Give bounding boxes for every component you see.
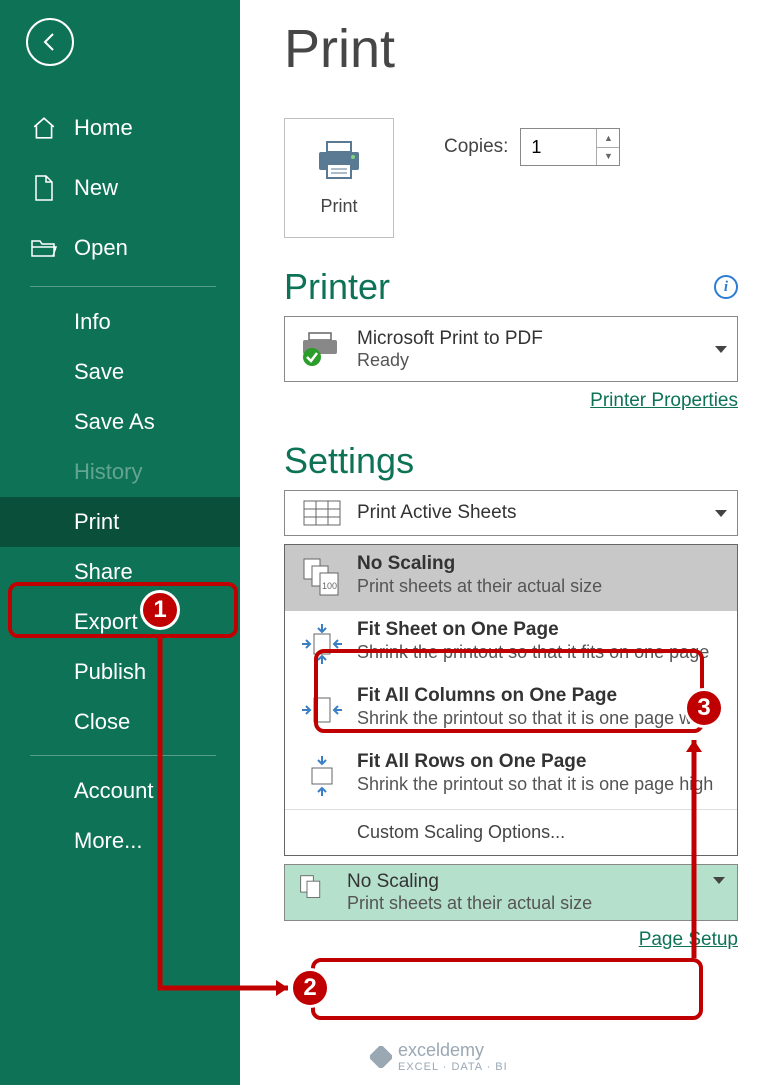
callout-1: 1 (140, 590, 180, 630)
nav-label: Open (74, 235, 128, 261)
custom-scaling-link[interactable]: Custom Scaling Options... (285, 809, 737, 855)
printer-ready-icon (295, 328, 349, 370)
chevron-down-icon (713, 877, 725, 884)
arrow-left-icon (38, 30, 62, 54)
page-setup-link[interactable]: Page Setup (284, 929, 738, 951)
nav-info[interactable]: Info (0, 297, 240, 347)
info-icon[interactable]: i (714, 275, 738, 299)
printer-icon (315, 140, 363, 182)
nav-export[interactable]: Export (0, 597, 240, 647)
backstage-sidebar: Home New Open Info Save Save As History … (0, 0, 240, 1085)
fit-sheet-icon (295, 619, 349, 669)
scaling-option-fit-rows[interactable]: Fit All Rows on One Page Shrink the prin… (285, 743, 737, 809)
scaling-option-fit-sheet[interactable]: Fit Sheet on One Page Shrink the printou… (285, 611, 737, 677)
back-button[interactable] (26, 18, 74, 66)
print-button-label: Print (320, 196, 357, 217)
nav-open[interactable]: Open (0, 218, 240, 278)
sheets-icon (295, 492, 349, 534)
copies-input[interactable]: ▲ ▼ (520, 128, 620, 166)
fit-rows-icon (295, 751, 349, 801)
svg-text:100: 100 (322, 581, 337, 591)
fit-columns-icon (295, 685, 349, 735)
nav-history: History (0, 447, 240, 497)
home-icon (30, 114, 58, 142)
scaling-dropdown[interactable]: No Scaling Print sheets at their actual … (284, 864, 738, 921)
no-scaling-icon: 100 (295, 553, 349, 603)
callout-2: 2 (290, 968, 330, 1008)
print-button[interactable]: Print (284, 118, 394, 238)
printer-dropdown[interactable]: Microsoft Print to PDF Ready (284, 316, 738, 382)
file-icon (30, 174, 58, 202)
printer-status: Ready (357, 350, 715, 371)
nav-label: Home (74, 115, 133, 141)
nav-publish[interactable]: Publish (0, 647, 240, 697)
chevron-down-icon (715, 346, 727, 353)
page-title: Print (284, 18, 738, 80)
folder-open-icon (30, 234, 58, 262)
copies-up[interactable]: ▲ (597, 129, 619, 148)
nav-account[interactable]: Account (0, 766, 240, 816)
scaling-option-fit-columns[interactable]: Fit All Columns on One Page Shrink the p… (285, 677, 737, 743)
chevron-down-icon (715, 510, 727, 517)
print-what-dropdown[interactable]: Print Active Sheets (284, 490, 738, 536)
copies-down[interactable]: ▼ (597, 148, 619, 166)
printer-properties-link[interactable]: Printer Properties (284, 390, 738, 412)
nav-new[interactable]: New (0, 158, 240, 218)
nav-save-as[interactable]: Save As (0, 397, 240, 447)
divider (30, 755, 216, 756)
nav-print[interactable]: Print (0, 497, 240, 547)
copies-field[interactable] (521, 129, 596, 165)
print-what-label: Print Active Sheets (357, 502, 715, 524)
printer-name: Microsoft Print to PDF (357, 328, 715, 350)
no-scaling-icon (295, 872, 339, 914)
copies-label: Copies: (444, 136, 508, 158)
nav-more[interactable]: More... (0, 816, 240, 866)
scaling-dropdown-list: 100 No Scaling Print sheets at their act… (284, 544, 738, 856)
nav-label: New (74, 175, 118, 201)
nav-share[interactable]: Share (0, 547, 240, 597)
printer-header: Printer i (284, 266, 738, 308)
divider (30, 286, 216, 287)
nav-home[interactable]: Home (0, 98, 240, 158)
settings-header: Settings (284, 440, 738, 482)
print-panel: Print Print Copies: ▲ ▼ (240, 0, 768, 1085)
nav-save[interactable]: Save (0, 347, 240, 397)
callout-3: 3 (684, 688, 724, 728)
nav-close[interactable]: Close (0, 697, 240, 747)
scaling-option-no-scaling[interactable]: 100 No Scaling Print sheets at their act… (285, 545, 737, 611)
